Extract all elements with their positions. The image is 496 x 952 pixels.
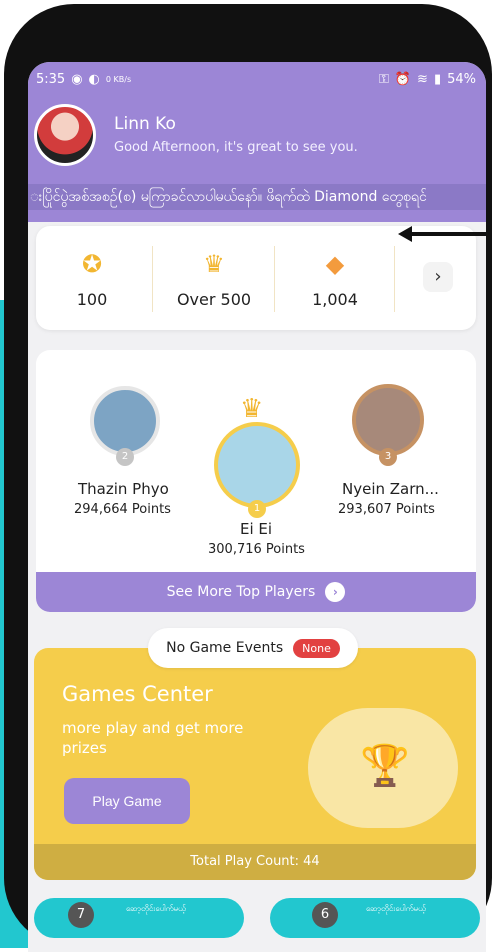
leaderboard-card: 2 Thazin Phyo 294,664 Points ♛ 1 Ei Ei 3…: [36, 350, 476, 612]
next-button[interactable]: ›: [423, 262, 453, 292]
player-avatar[interactable]: [214, 422, 300, 508]
play-game-button[interactable]: Play Game: [64, 778, 190, 824]
rank-badge: 2: [116, 448, 134, 466]
player-name: Ei Ei: [240, 520, 273, 538]
key-icon: ⚿: [378, 71, 389, 87]
crown-icon: ♛: [203, 250, 225, 278]
user-name: Linn Ko: [114, 114, 176, 134]
stat-value: 100: [76, 290, 108, 309]
alarm-icon: ⏰: [394, 71, 412, 87]
stat-value: 1,004: [312, 290, 358, 309]
games-center-card: Games Center more play and get more priz…: [34, 648, 476, 880]
annotation-arrowhead: [398, 226, 412, 242]
player-points: 300,716 Points: [208, 542, 305, 557]
message-icon: ◉: [71, 71, 83, 87]
stat-crowns: ♛ Over 500: [154, 226, 274, 330]
stat-value: Over 500: [176, 290, 252, 309]
network-speed: 0 KB/s: [105, 74, 132, 84]
see-more-label: See More Top Players: [166, 584, 316, 600]
stat-diamonds: ◆ 1,004: [276, 226, 394, 330]
trophy-icon: 🏆: [360, 743, 410, 789]
phone-frame: 5:35 ◉ ◐ 0 KB/s ⚿ ⏰ ≋ ▮ 54% Linn Ko Good…: [4, 4, 492, 952]
trophy-illustration: 🏆: [308, 708, 458, 828]
player-points: 293,607 Points: [338, 502, 435, 517]
events-label: No Game Events: [166, 640, 284, 656]
player-avatar[interactable]: [90, 386, 160, 456]
time: 5:35: [36, 71, 66, 87]
avatar[interactable]: [34, 104, 96, 166]
mini-card-text: ဆော့တိုင်းပေါက်မယ့်: [366, 904, 426, 913]
battery-level: 54%: [447, 71, 476, 87]
rank-badge: 1: [248, 500, 266, 518]
mini-card-number: 6: [312, 902, 338, 928]
divider: [394, 246, 395, 312]
chevron-right-icon: ›: [325, 582, 346, 602]
divider: [152, 246, 153, 312]
volume-icon: ◐: [88, 71, 100, 87]
games-subtitle: more play and get more prizes: [62, 719, 244, 757]
diamond-icon: ◆: [325, 250, 345, 278]
star-icon: ✪: [81, 250, 103, 278]
annotation-arrow: [404, 232, 492, 236]
mini-card-text: ဆော့တိုင်းပေါက်မယ့်: [126, 904, 186, 913]
signal-icon: ▮: [433, 71, 442, 87]
game-events-pill[interactable]: No Game Events None: [148, 628, 358, 668]
total-play-count: Total Play Count: 44: [34, 844, 476, 880]
crown-icon: ♛: [240, 394, 264, 424]
player-avatar[interactable]: [352, 384, 424, 456]
games-title: Games Center: [62, 682, 213, 706]
player-points: 294,664 Points: [74, 502, 171, 517]
header: 5:35 ◉ ◐ 0 KB/s ⚿ ⏰ ≋ ▮ 54% Linn Ko Good…: [28, 62, 486, 222]
events-badge: None: [293, 638, 340, 658]
wifi-icon: ≋: [417, 71, 428, 87]
status-bar: 5:35 ◉ ◐ 0 KB/s ⚿ ⏰ ≋ ▮ 54%: [36, 70, 476, 88]
announcement-marquee: းပြိုင်ပွဲအစ်အစဉ်(စ) မကြာခင်လာပါမယ်နော်။…: [28, 184, 486, 210]
rank-badge: 3: [379, 448, 397, 466]
app-screen: 5:35 ◉ ◐ 0 KB/s ⚿ ⏰ ≋ ▮ 54% Linn Ko Good…: [28, 62, 486, 952]
player-name: Nyein Zarn...: [342, 480, 439, 498]
see-more-button[interactable]: See More Top Players ›: [36, 572, 476, 612]
mini-card[interactable]: 6 ဆော့တိုင်းပေါက်မယ့်: [270, 898, 480, 938]
mini-card-row: 7 ဆော့တိုင်းပေါက်မယ့် 6 ဆော့တိုင်းပေါက်မ…: [28, 898, 486, 952]
greeting: Good Afternoon, it's great to see you.: [114, 140, 358, 155]
player-name: Thazin Phyo: [78, 480, 169, 498]
divider: [274, 246, 275, 312]
mini-card-number: 7: [68, 902, 94, 928]
mini-card[interactable]: 7 ဆော့တိုင်းပေါက်မယ့်: [34, 898, 244, 938]
stat-stars: ✪ 100: [36, 226, 148, 330]
